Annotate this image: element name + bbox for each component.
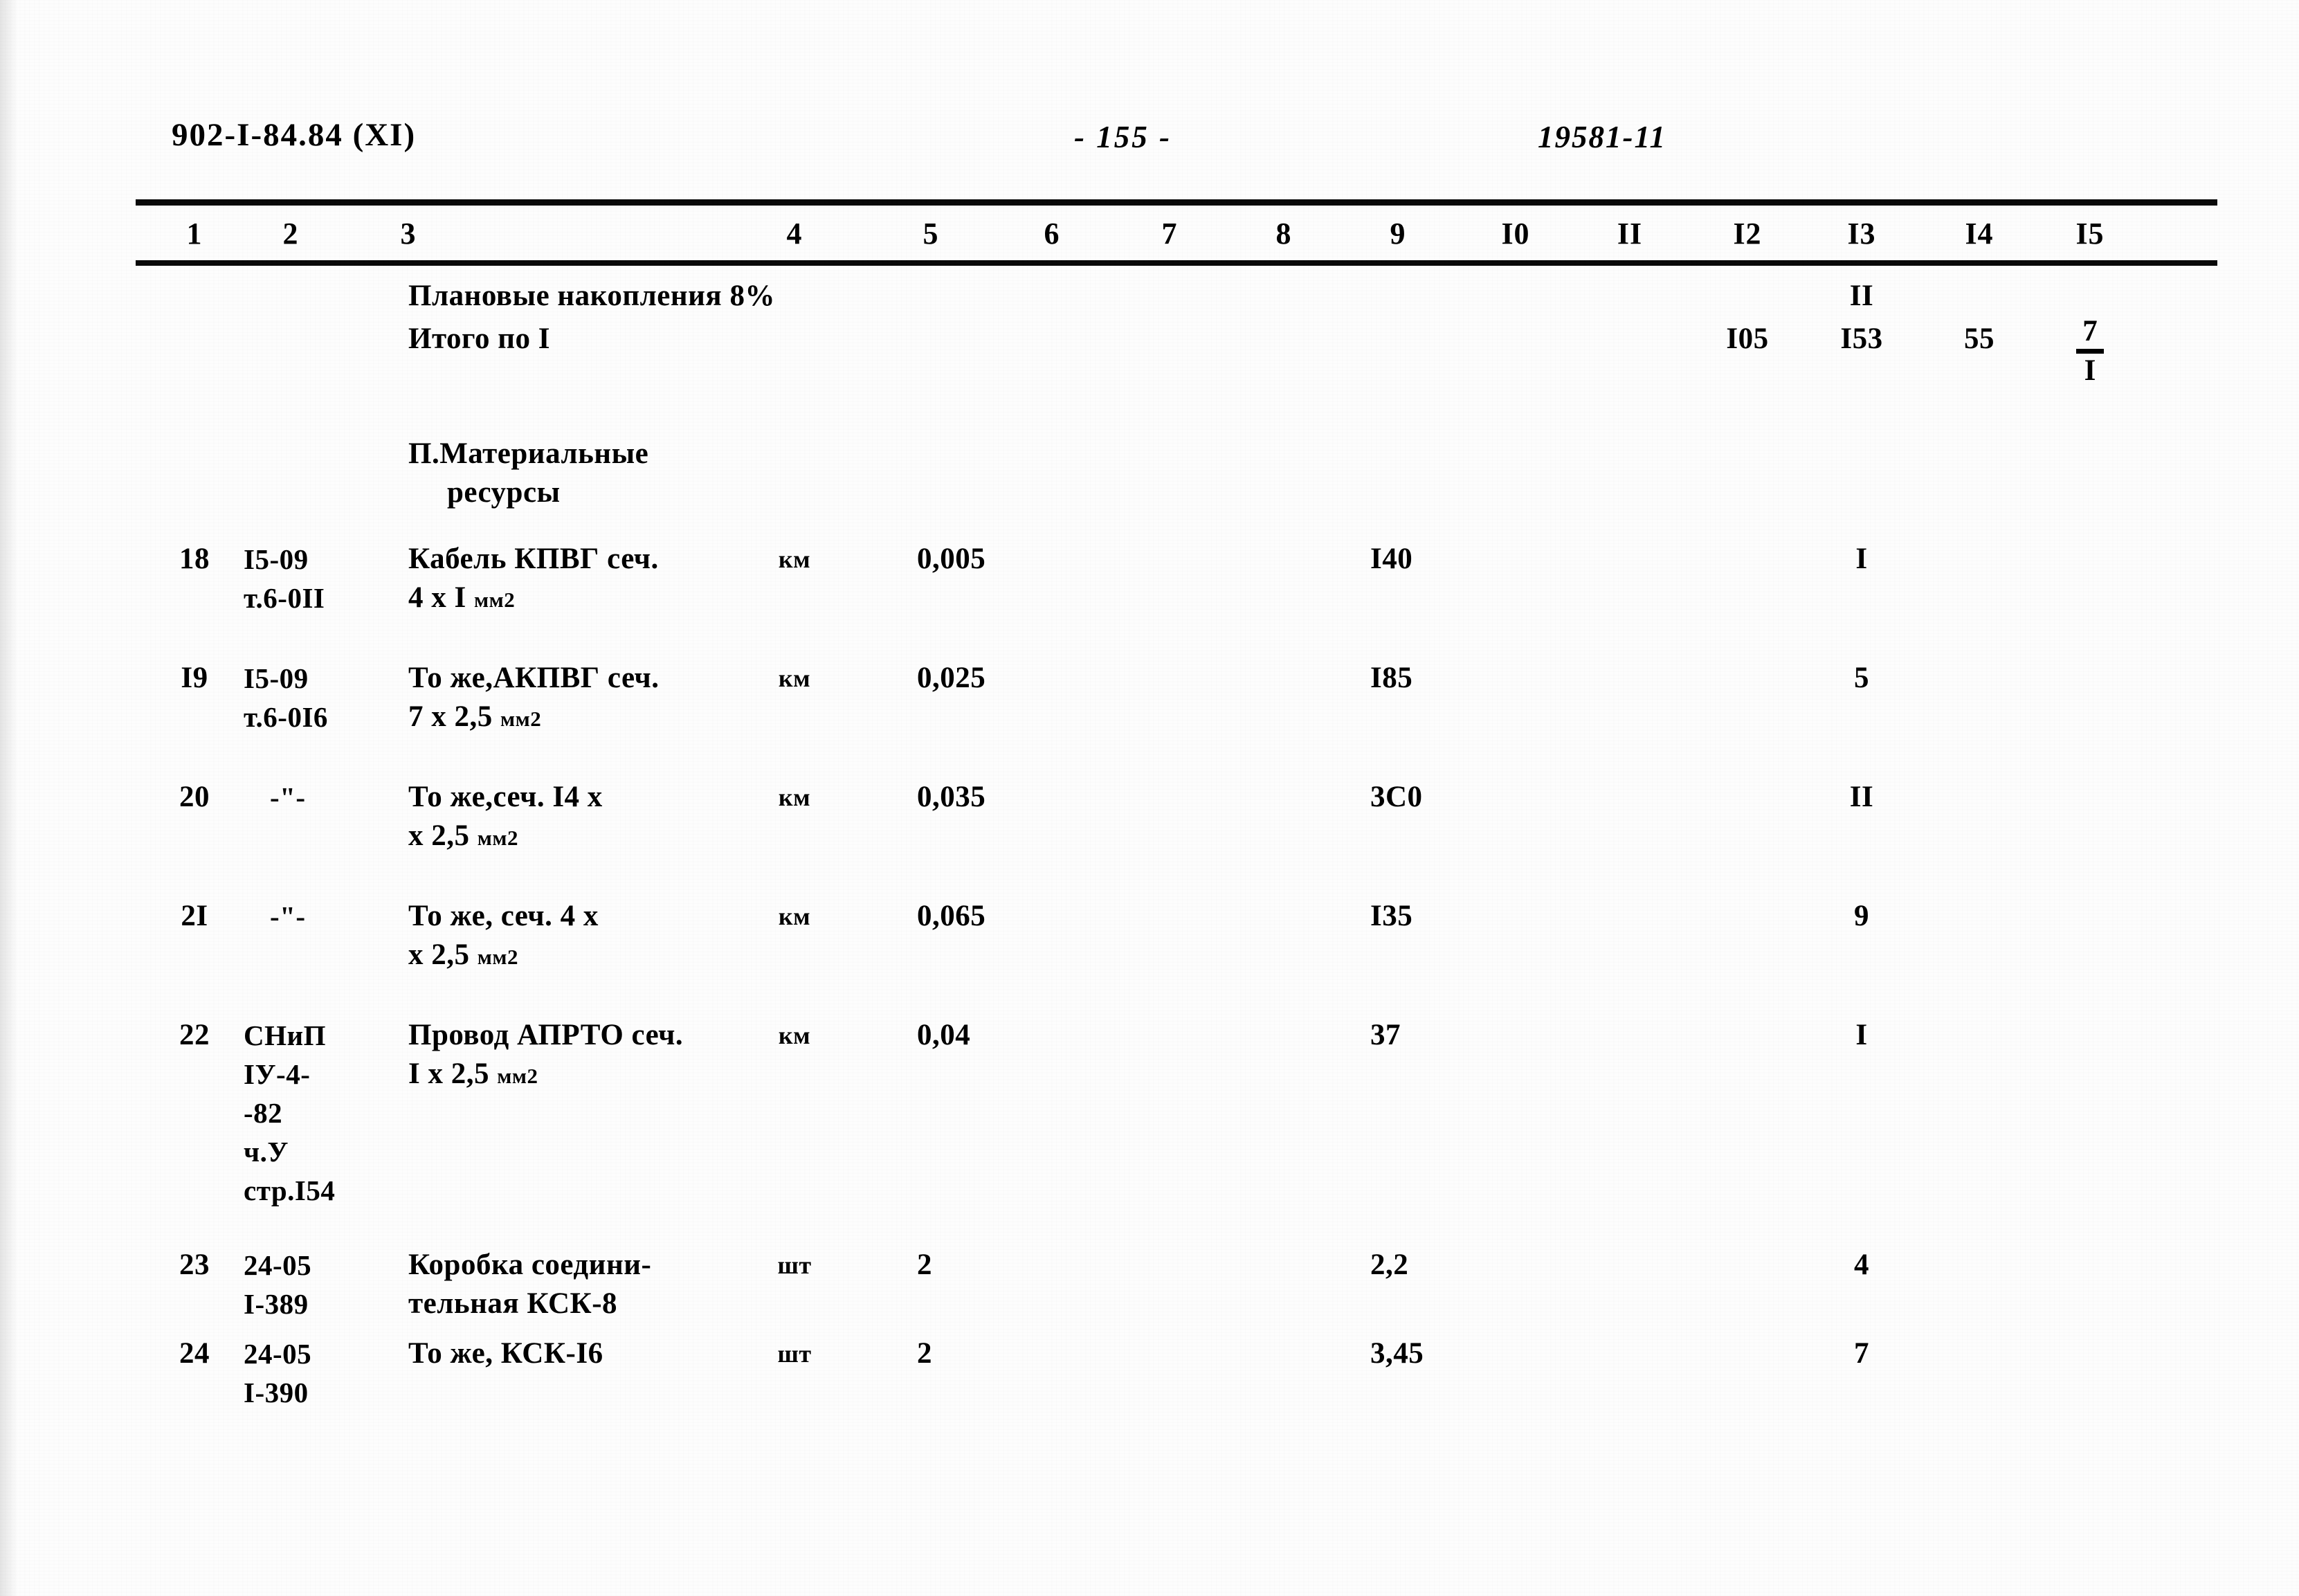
table-header-rule	[136, 260, 2217, 266]
row-unit: шт	[777, 1340, 812, 1368]
row-col9: 2,2	[1370, 1249, 1409, 1281]
fraction-numerator: 7	[2082, 315, 2098, 347]
row-description: То же, сеч. 4 хх 2,5 мм2	[408, 900, 599, 971]
row-quantity: 2	[917, 1337, 932, 1370]
drawing-code: 19581-11	[1538, 120, 1667, 154]
column-number-6: 6	[1044, 217, 1060, 251]
row-number: 22	[179, 1019, 210, 1051]
total-col12: I05	[1726, 323, 1769, 355]
section-heading-line2: ресурсы	[447, 476, 561, 509]
fraction-bar	[2076, 349, 2104, 354]
row-unit: шт	[777, 1251, 812, 1279]
row-quantity: 2	[917, 1249, 932, 1281]
row-unit: км	[778, 545, 811, 573]
row-description: Коробка соедини-тельная КСК-8	[408, 1249, 652, 1320]
row-number: 2I	[181, 900, 208, 932]
row-col13: 4	[1854, 1249, 1869, 1281]
row-number: I9	[181, 662, 208, 694]
row-code: 24-05 I-389	[244, 1249, 312, 1320]
row-col13: I	[1855, 1019, 1868, 1051]
row-code: 24-05 I-390	[244, 1338, 312, 1408]
row-quantity: 0,04	[917, 1019, 971, 1051]
row-col9: 37	[1370, 1019, 1401, 1051]
planned-savings-col13: II	[1849, 280, 1874, 312]
row-col9: 3С0	[1370, 781, 1423, 813]
row-col13: 5	[1854, 662, 1869, 694]
unit-superscript: мм2	[477, 945, 518, 969]
row-code: I5-09 т.6-0I6	[244, 662, 328, 733]
column-number-8: 8	[1275, 217, 1292, 251]
column-number-7: 7	[1161, 217, 1178, 251]
row-quantity: 0,065	[917, 900, 986, 932]
column-number-10: I0	[1501, 217, 1530, 251]
row-unit: км	[778, 664, 811, 692]
fraction-denominator: I	[2084, 354, 2096, 387]
unit-superscript: мм2	[477, 826, 518, 850]
row-code: -"-	[270, 781, 306, 813]
row-description: Кабель КПВГ сеч. 4 х I мм2	[408, 543, 659, 614]
row-code: I5-09 т.6-0II	[244, 543, 325, 614]
row-quantity: 0,025	[917, 662, 986, 694]
row-unit: км	[778, 783, 811, 811]
total-col14: 55	[1964, 323, 1994, 355]
unit-superscript: мм2	[497, 1064, 538, 1088]
row-col9: I40	[1370, 543, 1413, 575]
row-col13: I	[1855, 543, 1868, 575]
row-description: Провод АПРТО сеч. I х 2,5 мм2	[408, 1019, 684, 1090]
column-number-14: I4	[1965, 217, 1994, 251]
row-col13: 7	[1854, 1337, 1869, 1370]
row-number: 20	[179, 781, 210, 813]
row-col9: I85	[1370, 662, 1413, 694]
row-code: -"-	[270, 900, 306, 932]
scanned-document-page: 902-I-84.84 (XI) - 155 - 19581-11 123456…	[0, 0, 2299, 1596]
column-number-2: 2	[282, 217, 299, 251]
row-description: То же,АКПВГ сеч. 7 х 2,5 мм2	[408, 662, 660, 733]
unit-superscript: мм2	[473, 588, 516, 612]
row-col9: I35	[1370, 900, 1413, 932]
total-col13: I53	[1840, 323, 1883, 355]
column-number-15: I5	[2075, 217, 2105, 251]
column-number-11: II	[1617, 217, 1643, 251]
table-top-rule	[136, 199, 2217, 206]
column-number-9: 9	[1390, 217, 1406, 251]
column-number-5: 5	[923, 217, 939, 251]
total-col15-fraction: 7I	[2076, 316, 2104, 387]
row-code: СНиП IУ-4- -82 ч.У стр.I54	[244, 1019, 336, 1206]
unit-superscript: мм2	[500, 707, 542, 731]
section-heading-line1: П.Материальные	[408, 437, 649, 470]
row-number: 24	[179, 1337, 210, 1370]
row-quantity: 0,035	[917, 781, 986, 813]
column-number-13: I3	[1847, 217, 1876, 251]
column-number-1: 1	[186, 217, 203, 251]
total-label: Итого по I	[408, 323, 550, 355]
row-description: То же, КСК-I6	[408, 1337, 603, 1370]
row-quantity: 0,005	[917, 543, 986, 575]
row-col13: II	[1849, 781, 1874, 813]
page-header: 902-I-84.84 (XI) - 155 - 19581-11	[0, 116, 2299, 165]
column-number-row: 1 2 3 4 5 6 7 8 9 I0 II I2 I3 I4 I5	[0, 216, 2299, 260]
row-col9: 3,45	[1370, 1337, 1424, 1370]
page-number: - 155 -	[1074, 120, 1172, 154]
planned-savings-label: Плановые накопления 8%	[408, 280, 775, 312]
row-col13: 9	[1854, 900, 1869, 932]
row-number: 18	[179, 543, 210, 575]
column-number-3: 3	[400, 217, 417, 251]
row-unit: км	[778, 903, 811, 930]
document-code: 902-I-84.84 (XI)	[172, 117, 417, 153]
column-number-4: 4	[786, 217, 803, 251]
column-number-12: I2	[1733, 217, 1762, 251]
row-description: То же,сеч. I4 хх 2,5 мм2	[408, 781, 603, 852]
row-unit: км	[778, 1022, 811, 1049]
row-number: 23	[179, 1249, 210, 1281]
